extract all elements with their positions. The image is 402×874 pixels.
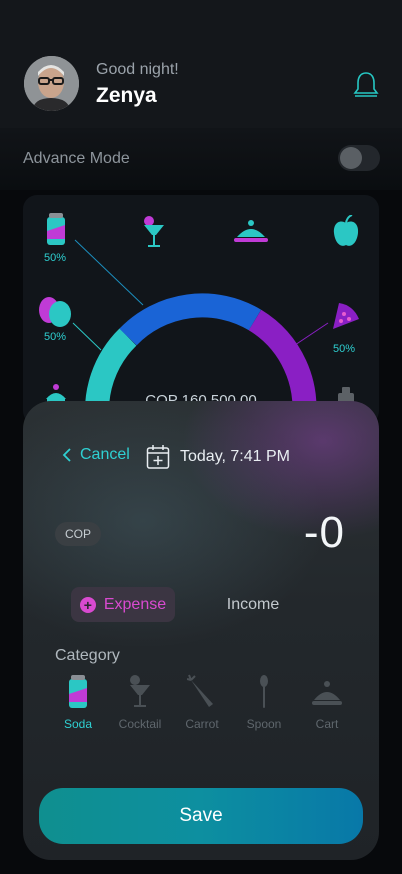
leader-line-pizza xyxy=(294,322,329,346)
pizza-percent: 50% xyxy=(333,343,356,355)
donut-segment-blue xyxy=(119,293,262,346)
bell-icon[interactable] xyxy=(352,70,380,100)
currency-chip[interactable]: COP xyxy=(55,522,102,546)
category-name: Soda xyxy=(63,717,93,731)
apple-icon xyxy=(332,214,360,254)
expense-label: Expense xyxy=(103,595,167,613)
toggle-knob xyxy=(340,147,362,169)
advance-mode-toggle[interactable] xyxy=(338,145,380,171)
soda-can-icon xyxy=(63,674,93,710)
income-tab[interactable]: Income xyxy=(212,587,294,622)
donut-chart xyxy=(72,239,329,425)
category-carrot[interactable]: Carrot xyxy=(172,674,232,736)
expense-tab[interactable]: + Expense xyxy=(71,587,175,622)
category-cocktail[interactable]: Cocktail xyxy=(110,674,170,736)
plus-circle-icon: + xyxy=(79,596,96,613)
leader-line-soda xyxy=(74,239,144,306)
user-avatar[interactable] xyxy=(24,56,79,111)
leader-line-eggs xyxy=(72,322,102,351)
category-name: Cart xyxy=(315,717,339,731)
calendar-icon xyxy=(146,445,170,469)
eggs-icon xyxy=(38,295,74,334)
greeting-text: Good night! xyxy=(96,61,179,78)
amount-display[interactable]: -0 xyxy=(304,508,345,558)
food-tray-icon xyxy=(234,219,268,250)
date-picker[interactable]: Today, 7:41 PM xyxy=(146,444,290,470)
cocktail-icon xyxy=(141,215,167,254)
save-button[interactable]: Save xyxy=(39,788,363,844)
category-heading: Category xyxy=(55,647,120,664)
chevron-left-icon xyxy=(62,448,71,462)
category-cart[interactable]: Cart xyxy=(297,674,357,736)
category-spoon[interactable]: Spoon xyxy=(234,674,294,736)
cancel-button[interactable]: Cancel xyxy=(62,446,130,464)
soda-percent: 50% xyxy=(44,252,67,264)
category-name: Cocktail xyxy=(118,717,162,731)
advance-mode-label: Advance Mode xyxy=(23,150,130,167)
category-soda[interactable]: Soda xyxy=(48,674,108,736)
category-name: Spoon xyxy=(246,717,282,731)
date-label: Today, 7:41 PM xyxy=(180,448,290,465)
eggs-percent: 50% xyxy=(44,331,67,343)
soda-can-icon xyxy=(45,213,67,252)
food-tray-icon xyxy=(312,674,342,710)
user-name: Zenya xyxy=(96,84,157,107)
cocktail-icon xyxy=(125,674,155,710)
spoon-icon xyxy=(249,674,279,710)
pizza-slice-icon xyxy=(331,301,361,336)
category-name: Carrot xyxy=(185,717,219,731)
spending-chart-card: 50% 50% 50% xyxy=(23,195,379,425)
cancel-label: Cancel xyxy=(80,446,130,463)
carrot-icon xyxy=(186,674,217,710)
